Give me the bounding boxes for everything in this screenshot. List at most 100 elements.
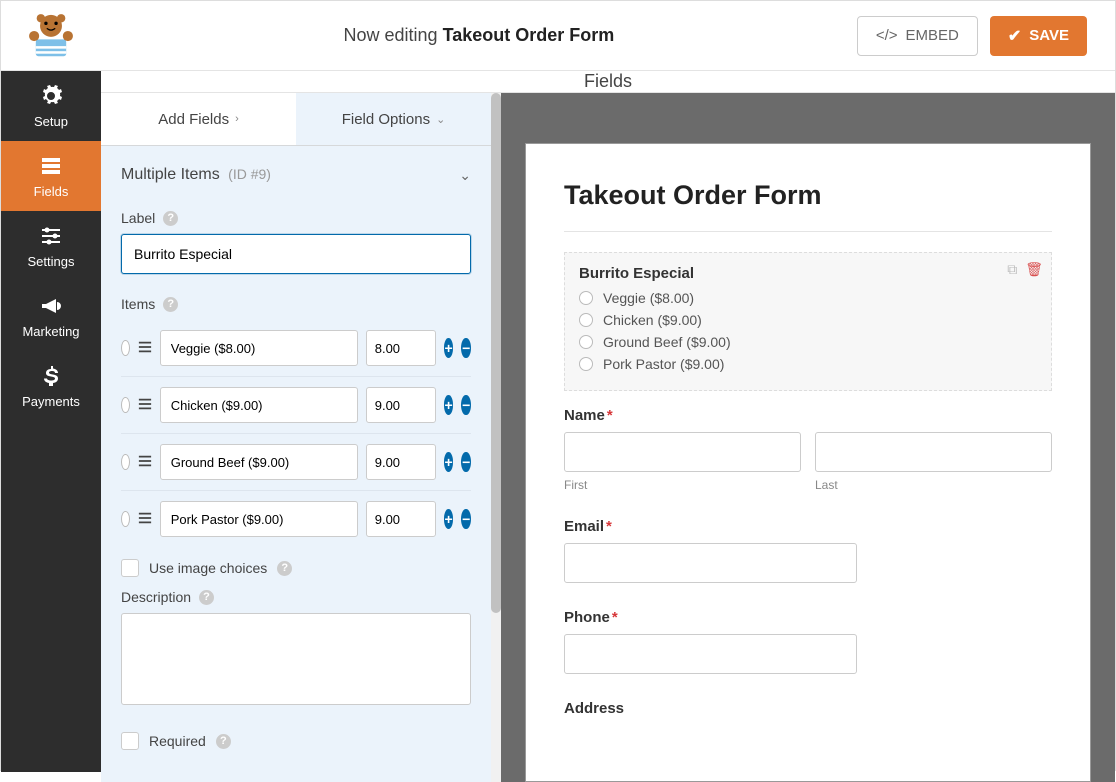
remove-item-button[interactable]: − — [461, 509, 471, 529]
embed-label: EMBED — [906, 27, 959, 44]
section-id: (ID #9) — [228, 166, 271, 182]
add-item-button[interactable]: + — [444, 509, 454, 529]
radio-option[interactable]: Veggie ($8.00) — [579, 290, 1037, 306]
field-label: Email — [564, 518, 604, 535]
main: Setup Fields Settings Marketing Payments… — [1, 71, 1115, 772]
label-heading: Label — [121, 210, 155, 226]
sidebar-item-payments[interactable]: Payments — [1, 351, 101, 421]
editing-form-name: Takeout Order Form — [443, 25, 615, 45]
help-icon[interactable]: ? — [163, 297, 178, 312]
sidebar-label: Setup — [34, 114, 68, 129]
item-name-input[interactable] — [160, 387, 358, 423]
radio-option[interactable]: Chicken ($9.00) — [579, 312, 1037, 328]
help-icon[interactable]: ? — [216, 734, 231, 749]
chevron-down-icon: ⌄ — [459, 167, 471, 184]
preview-page: Takeout Order Form ⧉ 🗑 Burrito Especial … — [525, 143, 1091, 782]
address-field[interactable]: Address — [564, 700, 1052, 717]
radio-option[interactable]: Pork Pastor ($9.00) — [579, 356, 1037, 372]
name-field[interactable]: Name* First Last — [564, 407, 1052, 492]
editing-title: Now editing Takeout Order Form — [101, 25, 857, 46]
radio-icon — [579, 357, 593, 371]
help-icon[interactable]: ? — [277, 561, 292, 576]
sidebar-label: Settings — [28, 254, 75, 269]
duplicate-icon[interactable]: ⧉ — [1007, 261, 1017, 278]
panel-scrollbar[interactable] — [491, 93, 501, 782]
sub-label: First — [564, 478, 801, 492]
code-icon: </> — [876, 27, 898, 44]
required-marker: * — [612, 609, 618, 626]
last-name-input[interactable] — [815, 432, 1052, 472]
accordion-header[interactable]: Multiple Items (ID #9) ⌄ — [101, 146, 491, 200]
tab-label: Field Options — [342, 111, 430, 128]
scrollbar-thumb[interactable] — [491, 93, 501, 613]
save-button[interactable]: ✔ SAVE — [990, 16, 1087, 56]
trash-icon[interactable]: 🗑 — [1025, 261, 1043, 278]
remove-item-button[interactable]: − — [461, 452, 471, 472]
sidebar-item-marketing[interactable]: Marketing — [1, 281, 101, 351]
email-field[interactable]: Email* — [564, 518, 1052, 583]
radio-icon — [579, 335, 593, 349]
item-price-input[interactable] — [366, 444, 436, 480]
app-logo — [1, 1, 101, 71]
item-price-input[interactable] — [366, 387, 436, 423]
remove-item-button[interactable]: − — [461, 395, 471, 415]
drag-handle-icon[interactable] — [138, 397, 152, 414]
item-price-input[interactable] — [366, 501, 436, 537]
email-input[interactable] — [564, 543, 857, 583]
radio-option[interactable]: Ground Beef ($9.00) — [579, 334, 1037, 350]
add-item-button[interactable]: + — [444, 395, 454, 415]
required-checkbox[interactable] — [121, 732, 139, 750]
first-name-input[interactable] — [564, 432, 801, 472]
add-item-button[interactable]: + — [444, 452, 454, 472]
item-row: + − — [121, 434, 471, 491]
option-label: Ground Beef ($9.00) — [603, 334, 731, 350]
drag-handle-icon[interactable] — [138, 511, 152, 528]
default-radio[interactable] — [121, 511, 130, 527]
phone-input[interactable] — [564, 634, 857, 674]
description-textarea[interactable] — [121, 613, 471, 705]
embed-button[interactable]: </> EMBED — [857, 16, 978, 56]
field-label: Name — [564, 407, 605, 424]
tab-field-options[interactable]: Field Options ⌄ — [296, 93, 491, 145]
required-row: Required ? — [121, 732, 471, 750]
sidebar: Setup Fields Settings Marketing Payments — [1, 71, 101, 772]
item-name-input[interactable] — [160, 501, 358, 537]
default-radio[interactable] — [121, 454, 130, 470]
radio-icon — [579, 291, 593, 305]
panel-header-text: Fields — [584, 71, 632, 92]
label-input[interactable] — [121, 234, 471, 274]
sub-label: Last — [815, 478, 1052, 492]
sidebar-item-setup[interactable]: Setup — [1, 71, 101, 141]
tab-add-fields[interactable]: Add Fields › — [101, 93, 296, 145]
field-label: Address — [564, 700, 624, 717]
help-icon[interactable]: ? — [163, 211, 178, 226]
add-item-button[interactable]: + — [444, 338, 454, 358]
items-list: + − + − — [121, 320, 471, 547]
sidebar-item-settings[interactable]: Settings — [1, 211, 101, 281]
required-marker: * — [607, 407, 613, 424]
field-label: Phone — [564, 609, 610, 626]
divider — [564, 231, 1052, 232]
item-name-input[interactable] — [160, 444, 358, 480]
sidebar-label: Payments — [22, 394, 80, 409]
label-heading-row: Label ? — [121, 210, 471, 226]
item-price-input[interactable] — [366, 330, 436, 366]
item-row: + − — [121, 377, 471, 434]
drag-handle-icon[interactable] — [138, 340, 152, 357]
selected-field-block[interactable]: ⧉ 🗑 Burrito Especial Veggie ($8.00) Chic… — [564, 252, 1052, 391]
tab-label: Add Fields — [158, 111, 229, 128]
sidebar-item-fields[interactable]: Fields — [1, 141, 101, 211]
accordion-body: Label ? Items ? — [101, 210, 491, 782]
help-icon[interactable]: ? — [199, 590, 214, 605]
required-marker: * — [606, 518, 612, 535]
remove-item-button[interactable]: − — [461, 338, 471, 358]
drag-handle-icon[interactable] — [138, 454, 152, 471]
phone-field[interactable]: Phone* — [564, 609, 1052, 674]
preview-area: Takeout Order Form ⧉ 🗑 Burrito Especial … — [501, 93, 1115, 782]
default-radio[interactable] — [121, 340, 130, 356]
item-name-input[interactable] — [160, 330, 358, 366]
section-title: Multiple Items — [121, 166, 220, 183]
default-radio[interactable] — [121, 397, 130, 413]
field-name: Burrito Especial — [579, 265, 1037, 282]
image-choices-checkbox[interactable] — [121, 559, 139, 577]
